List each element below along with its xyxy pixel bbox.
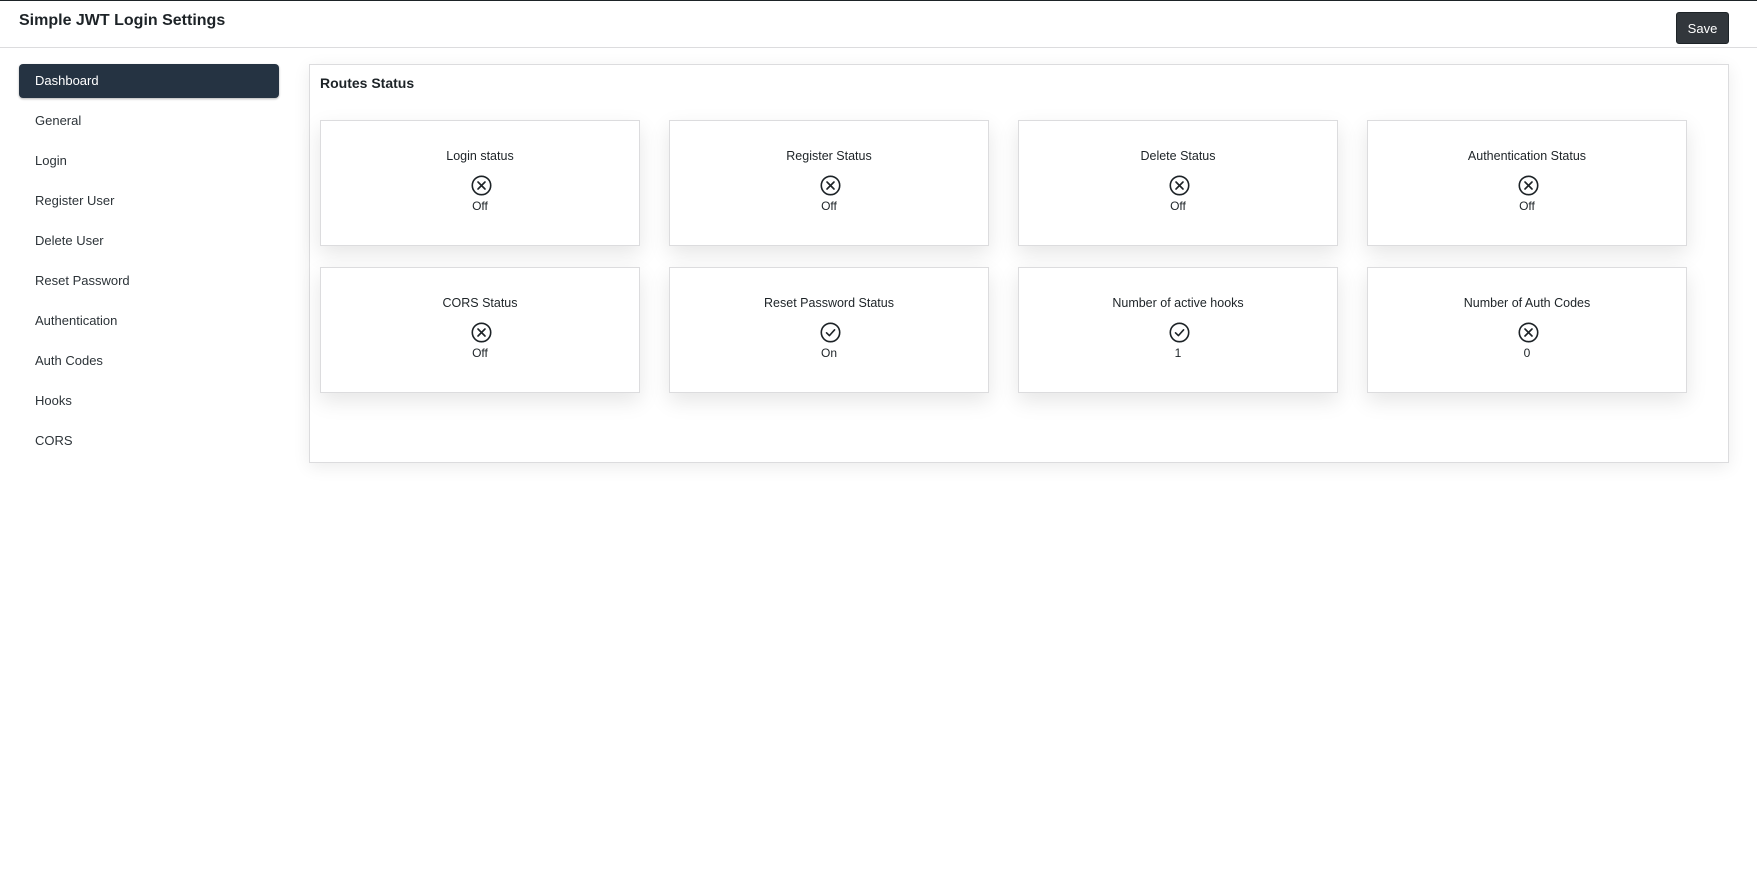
card-value: Off xyxy=(472,199,488,213)
page-title: Simple JWT Login Settings xyxy=(19,12,226,29)
sidebar-item-dashboard[interactable]: Dashboard xyxy=(19,64,279,98)
card-title: Login status xyxy=(446,149,514,163)
sidebar-nav: Dashboard General Login Register User De… xyxy=(19,64,279,464)
card-value: 0 xyxy=(1523,346,1531,360)
card-title: Register Status xyxy=(786,149,872,163)
status-card-active-hooks: Number of active hooks 1 xyxy=(1018,267,1338,393)
x-circle-icon xyxy=(1518,175,1539,196)
card-value: 1 xyxy=(1174,346,1182,360)
x-circle-icon xyxy=(1518,322,1539,343)
status-card-cors: CORS Status Off xyxy=(320,267,640,393)
routes-status-panel: Routes Status Login status Off Register … xyxy=(309,64,1729,463)
sidebar-item-delete-user[interactable]: Delete User xyxy=(19,224,279,258)
check-circle-icon xyxy=(820,322,841,343)
status-card-login: Login status Off xyxy=(320,120,640,246)
card-value: Off xyxy=(472,346,488,360)
x-circle-icon xyxy=(471,322,492,343)
x-circle-icon xyxy=(820,175,841,196)
sidebar-item-hooks[interactable]: Hooks xyxy=(19,384,279,418)
card-title: Reset Password Status xyxy=(764,296,894,310)
card-title: Number of Auth Codes xyxy=(1463,296,1591,310)
sidebar-item-register-user[interactable]: Register User xyxy=(19,184,279,218)
card-value: Off xyxy=(1519,199,1535,213)
save-button[interactable]: Save xyxy=(1676,12,1729,44)
card-value: On xyxy=(820,346,837,360)
check-circle-icon xyxy=(1169,322,1190,343)
x-circle-icon xyxy=(471,175,492,196)
status-card-delete: Delete Status Off xyxy=(1018,120,1338,246)
sidebar-item-login[interactable]: Login xyxy=(19,144,279,178)
card-value: Off xyxy=(1170,199,1186,213)
sidebar-item-auth-codes[interactable]: Auth Codes xyxy=(19,344,279,378)
status-card-authentication: Authentication Status Off xyxy=(1367,120,1687,246)
page-header: Simple JWT Login Settings Save xyxy=(0,1,1757,48)
card-value: Off xyxy=(821,199,837,213)
panel-title: Routes Status xyxy=(320,75,415,91)
x-circle-icon xyxy=(1169,175,1190,196)
sidebar-item-general[interactable]: General xyxy=(19,104,279,138)
sidebar-item-reset-password[interactable]: Reset Password xyxy=(19,264,279,298)
card-title: CORS Status xyxy=(442,296,518,310)
sidebar-item-cors[interactable]: CORS xyxy=(19,424,279,458)
status-card-register: Register Status Off xyxy=(669,120,989,246)
card-title: Delete Status xyxy=(1140,149,1216,163)
sidebar-item-authentication[interactable]: Authentication xyxy=(19,304,279,338)
status-card-reset-password: Reset Password Status On xyxy=(669,267,989,393)
card-title: Authentication Status xyxy=(1467,149,1587,163)
status-card-auth-codes: Number of Auth Codes 0 xyxy=(1367,267,1687,393)
card-title: Number of active hooks xyxy=(1112,296,1244,310)
